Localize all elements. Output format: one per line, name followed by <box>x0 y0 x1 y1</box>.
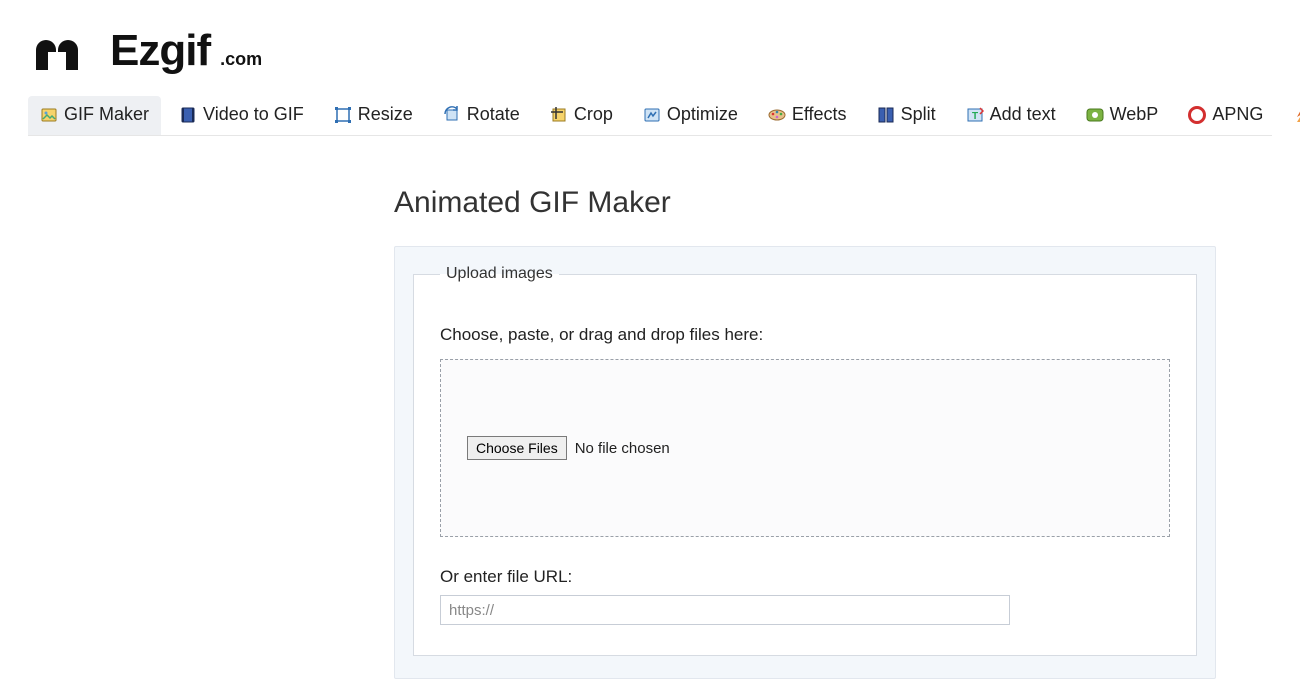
nav-label: APNG <box>1212 104 1263 125</box>
split-icon <box>877 106 895 124</box>
no-file-label: No file chosen <box>575 440 670 457</box>
crop-icon <box>550 106 568 124</box>
choose-files-button[interactable]: Choose Files <box>467 436 567 460</box>
nav-crop[interactable]: Crop <box>538 96 625 135</box>
nav-label: Split <box>901 104 936 125</box>
nav-avif[interactable]: AVIF <box>1281 96 1300 135</box>
nav-label: Optimize <box>667 104 738 125</box>
upload-panel: Upload images Choose, paste, or drag and… <box>394 246 1216 679</box>
nav-label: Effects <box>792 104 847 125</box>
nav-label: Video to GIF <box>203 104 304 125</box>
effects-icon <box>768 106 786 124</box>
upload-instruction: Choose, paste, or drag and drop files he… <box>440 325 1170 345</box>
logo-suffix: .com <box>220 49 262 70</box>
page-title: Animated GIF Maker <box>394 186 1216 220</box>
site-header: Ezgif .com <box>28 0 1272 94</box>
logo[interactable]: Ezgif .com <box>32 26 1268 76</box>
nav-resize[interactable]: Resize <box>322 96 425 135</box>
nav-optimize[interactable]: Optimize <box>631 96 750 135</box>
webp-icon <box>1086 106 1104 124</box>
nav-gifmaker[interactable]: GIF Maker <box>28 96 161 135</box>
logo-mark-icon <box>32 32 96 76</box>
rotate-icon <box>443 106 461 124</box>
main-content: Animated GIF Maker Upload images Choose,… <box>394 136 1216 679</box>
url-label: Or enter file URL: <box>440 567 1170 587</box>
nav-apng[interactable]: APNG <box>1176 96 1275 135</box>
nav-label: GIF Maker <box>64 104 149 125</box>
apng-icon <box>1188 106 1206 124</box>
nav-label: WebP <box>1110 104 1159 125</box>
video-icon <box>179 106 197 124</box>
nav-label: Resize <box>358 104 413 125</box>
nav-effects[interactable]: Effects <box>756 96 859 135</box>
optimize-icon <box>643 106 661 124</box>
gifmaker-icon <box>40 106 58 124</box>
nav-label: Rotate <box>467 104 520 125</box>
file-dropzone[interactable]: Choose Files No file chosen <box>440 359 1170 537</box>
nav-video[interactable]: Video to GIF <box>167 96 316 135</box>
upload-legend: Upload images <box>440 265 559 283</box>
addtext-icon <box>966 106 984 124</box>
main-nav: GIF Maker Video to GIF Resize Rotate Crop Opt… <box>28 94 1272 136</box>
nav-rotate[interactable]: Rotate <box>431 96 532 135</box>
logo-text: Ezgif <box>110 26 210 76</box>
file-input-wrapper: Choose Files No file chosen <box>467 436 670 460</box>
url-input[interactable] <box>440 595 1010 625</box>
nav-label: Add text <box>990 104 1056 125</box>
nav-split[interactable]: Split <box>865 96 948 135</box>
nav-addtext[interactable]: Add text <box>954 96 1068 135</box>
nav-webp[interactable]: WebP <box>1074 96 1171 135</box>
upload-fieldset: Upload images Choose, paste, or drag and… <box>413 265 1197 656</box>
resize-icon <box>334 106 352 124</box>
avif-icon <box>1293 106 1300 124</box>
nav-label: Crop <box>574 104 613 125</box>
